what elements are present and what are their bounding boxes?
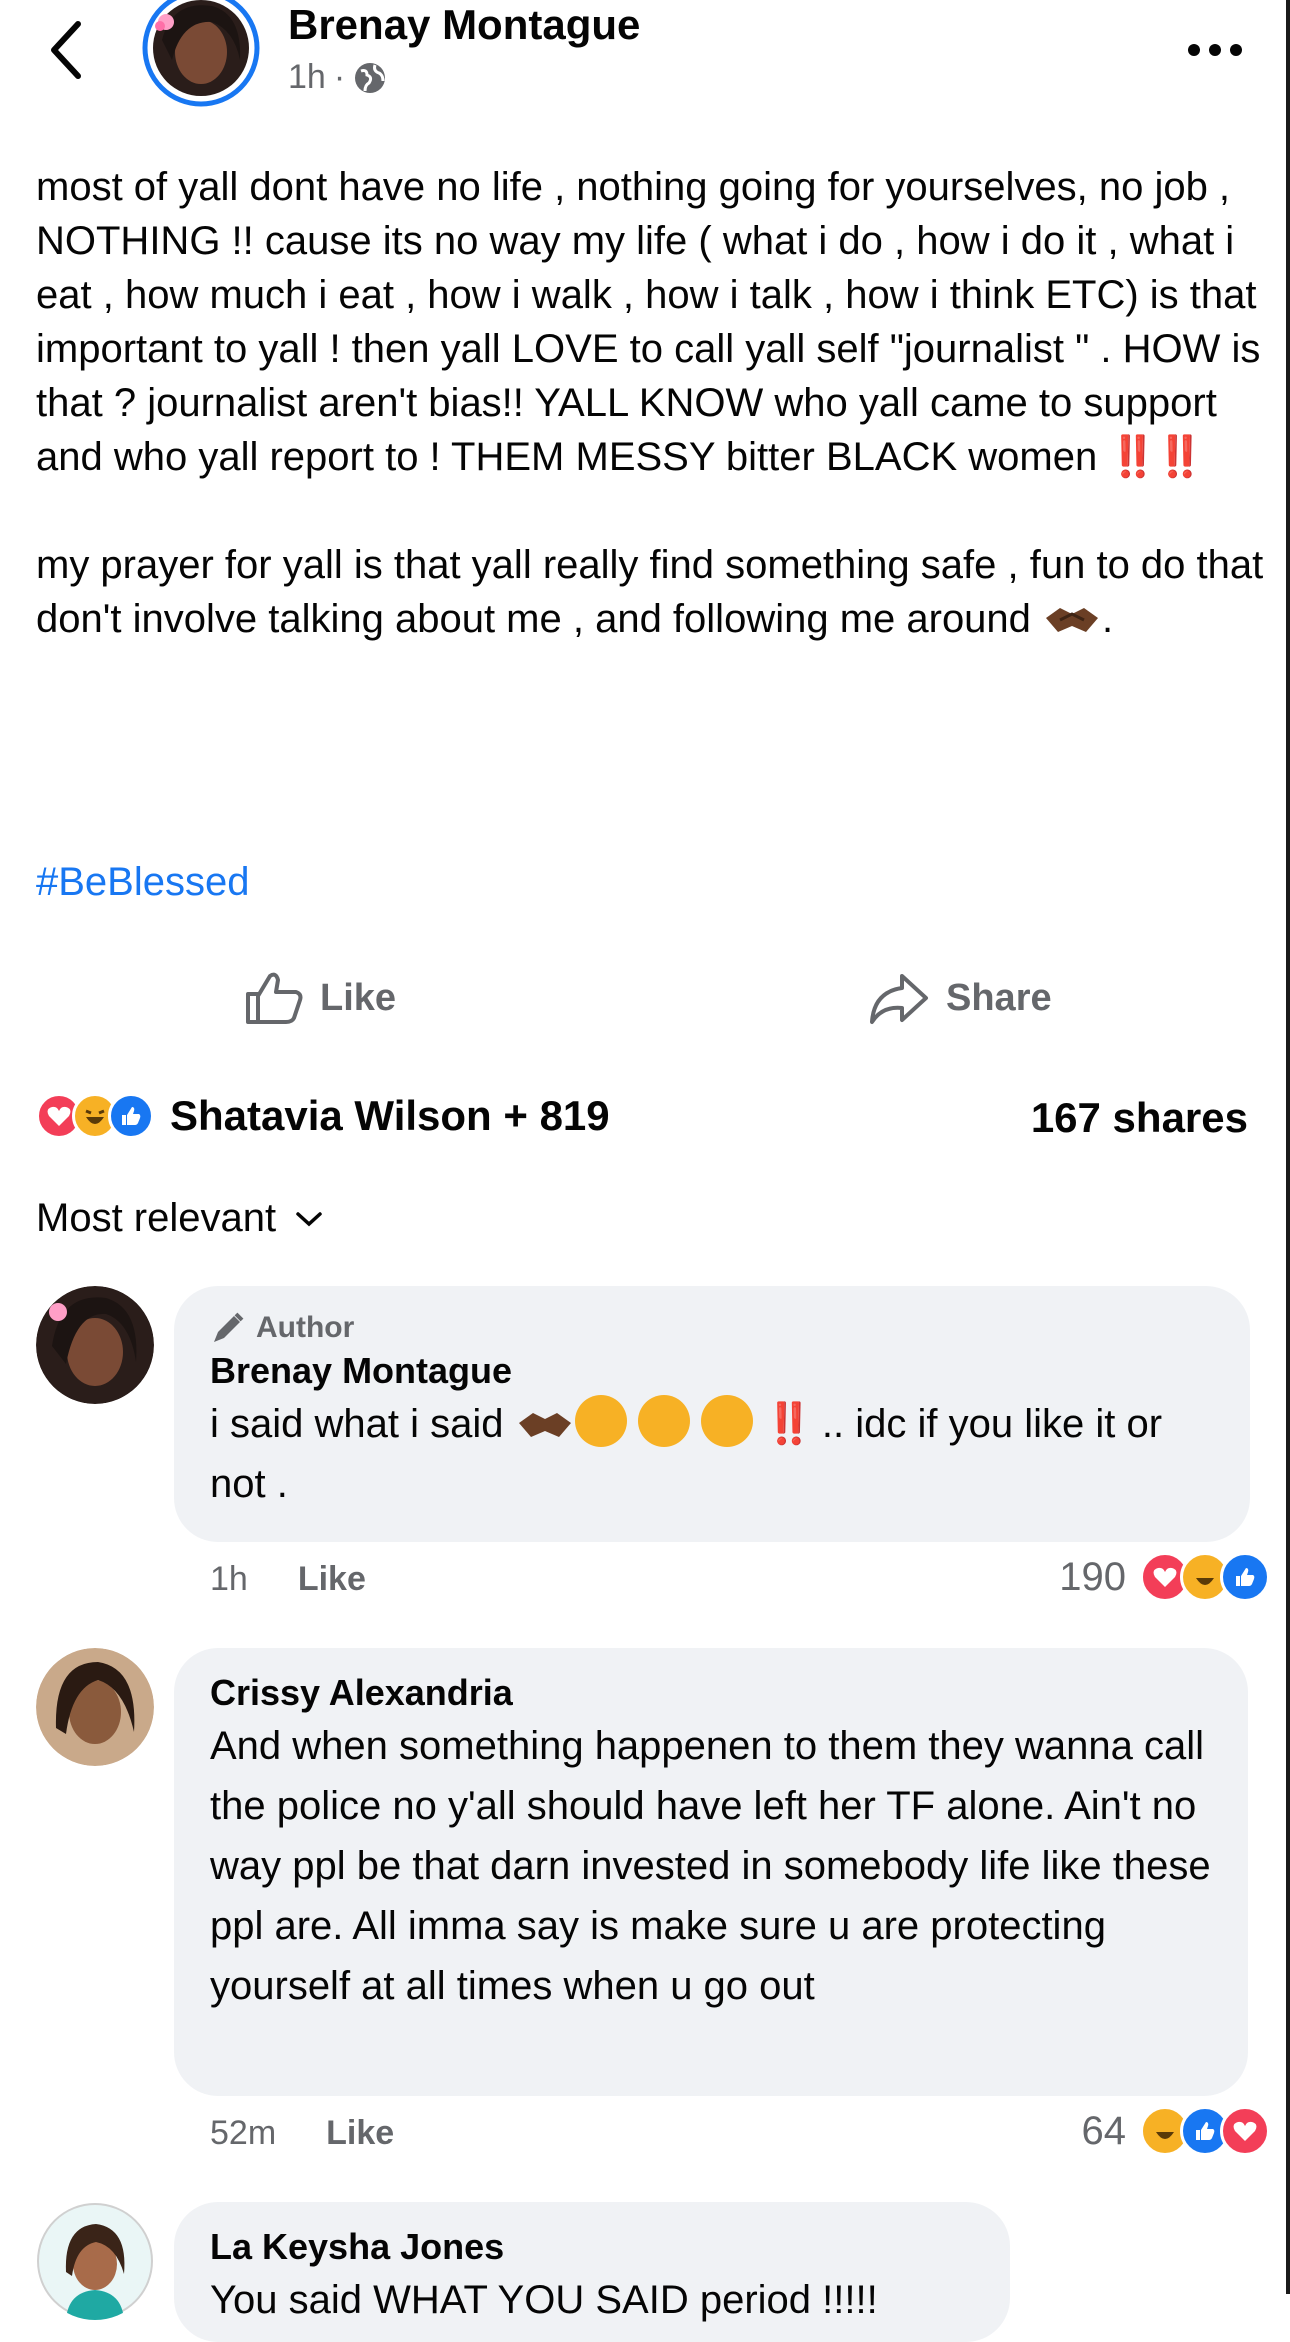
comment-text: You said WHAT YOU SAID period !!!!! [210,2278,878,2322]
like-label: Like [320,976,397,1019]
share-button[interactable]: Share [868,970,1052,1026]
comment-time[interactable]: 52m [210,2114,276,2153]
comment-like-button[interactable]: Like [326,2114,394,2153]
comment-reaction-count: 64 [1081,2108,1127,2153]
comment-avatar[interactable] [36,1648,154,1766]
comment-reaction-count: 190 [1059,1554,1126,1599]
thumbs-up-icon [246,972,303,1024]
kiss-emoji-icon [700,1395,753,1447]
kiss-emoji-icon [574,1395,627,1447]
hashtag-link[interactable]: #BeBlessed [36,860,249,905]
like-reaction-icon [1220,1552,1270,1602]
post-meta: 1h · [288,58,387,97]
comment-author-name[interactable]: Crissy Alexandria [210,1670,1212,1716]
comment-author-name[interactable]: La Keysha Jones [210,2224,974,2270]
post-body: most of yall dont have no life , nothing… [36,160,1266,646]
more-dot [1209,44,1221,56]
comment-bubble: Author Brenay Montague i said what i sai… [174,1286,1250,1542]
chevron-left-icon [51,21,81,79]
post-time[interactable]: 1h [288,58,326,97]
reactors-text: Shatavia Wilson + 819 [170,1092,610,1139]
more-dots-icon [1188,44,1200,56]
love-icon [1220,2106,1270,2156]
right-edge-divider [1286,0,1290,2294]
comment-sort-dropdown[interactable]: Most relevant [36,1196,324,1241]
globe-icon [355,62,386,93]
author-avatar[interactable] [142,0,260,108]
share-label: Share [946,976,1052,1019]
author-badge: Author [210,1308,1214,1348]
reactions-summary[interactable]: Shatavia Wilson + 819 [36,1092,610,1140]
double-exclamation-emoji: ‼️‼️ [1108,435,1205,479]
more-options-button[interactable] [1180,30,1250,70]
pen-icon [214,1312,244,1342]
comment-text: And when something happenen to them they… [210,1724,1211,2008]
handshake-icon [1042,597,1102,641]
post-paragraph-1-text: most of yall dont have no life , nothing… [36,165,1261,479]
handshake-icon [515,1402,575,1446]
comment-meta: 1h Like [210,1560,366,1599]
comment-text: i said what i said ‼️ .. idc if you like… [210,1394,1214,1514]
post-author-name[interactable]: Brenay Montague [288,0,640,50]
comment-meta: 52m Like [210,2114,394,2153]
chevron-down-icon [296,1211,322,1226]
kiss-emoji-icon [637,1395,690,1447]
comment-reactions[interactable]: 190 [1059,1552,1270,1602]
share-icon [870,974,928,1024]
comment-bubble: Crissy Alexandria And when something hap… [174,1648,1248,2096]
comment-like-button[interactable]: Like [298,1560,366,1599]
comment-bubble: La Keysha Jones You said WHAT YOU SAID p… [174,2202,1010,2342]
post-paragraph-1: most of yall dont have no life , nothing… [36,160,1266,484]
like-button[interactable]: Like [244,970,396,1026]
sort-label: Most relevant [36,1196,277,1240]
more-dot [1230,44,1242,56]
comment-text-part-1: i said what i said [210,1402,504,1446]
back-button[interactable] [40,14,100,86]
meta-separator: · [333,58,346,96]
double-exclamation-emoji: ‼️ [763,1402,814,1446]
comment-author-name[interactable]: Brenay Montague [210,1348,1214,1394]
comment-avatar[interactable] [36,2202,154,2320]
comment-reactions[interactable]: 64 [1081,2106,1270,2156]
post-paragraph-2-end: . [1102,597,1114,641]
like-reaction-icon [108,1093,154,1139]
post-paragraph-2: my prayer for yall is that yall really f… [36,538,1266,646]
author-badge-label: Author [256,1311,355,1344]
shares-count[interactable]: 167 shares [1031,1094,1248,1142]
comment-time[interactable]: 1h [210,1560,248,1599]
comment-avatar[interactable] [36,1286,154,1404]
